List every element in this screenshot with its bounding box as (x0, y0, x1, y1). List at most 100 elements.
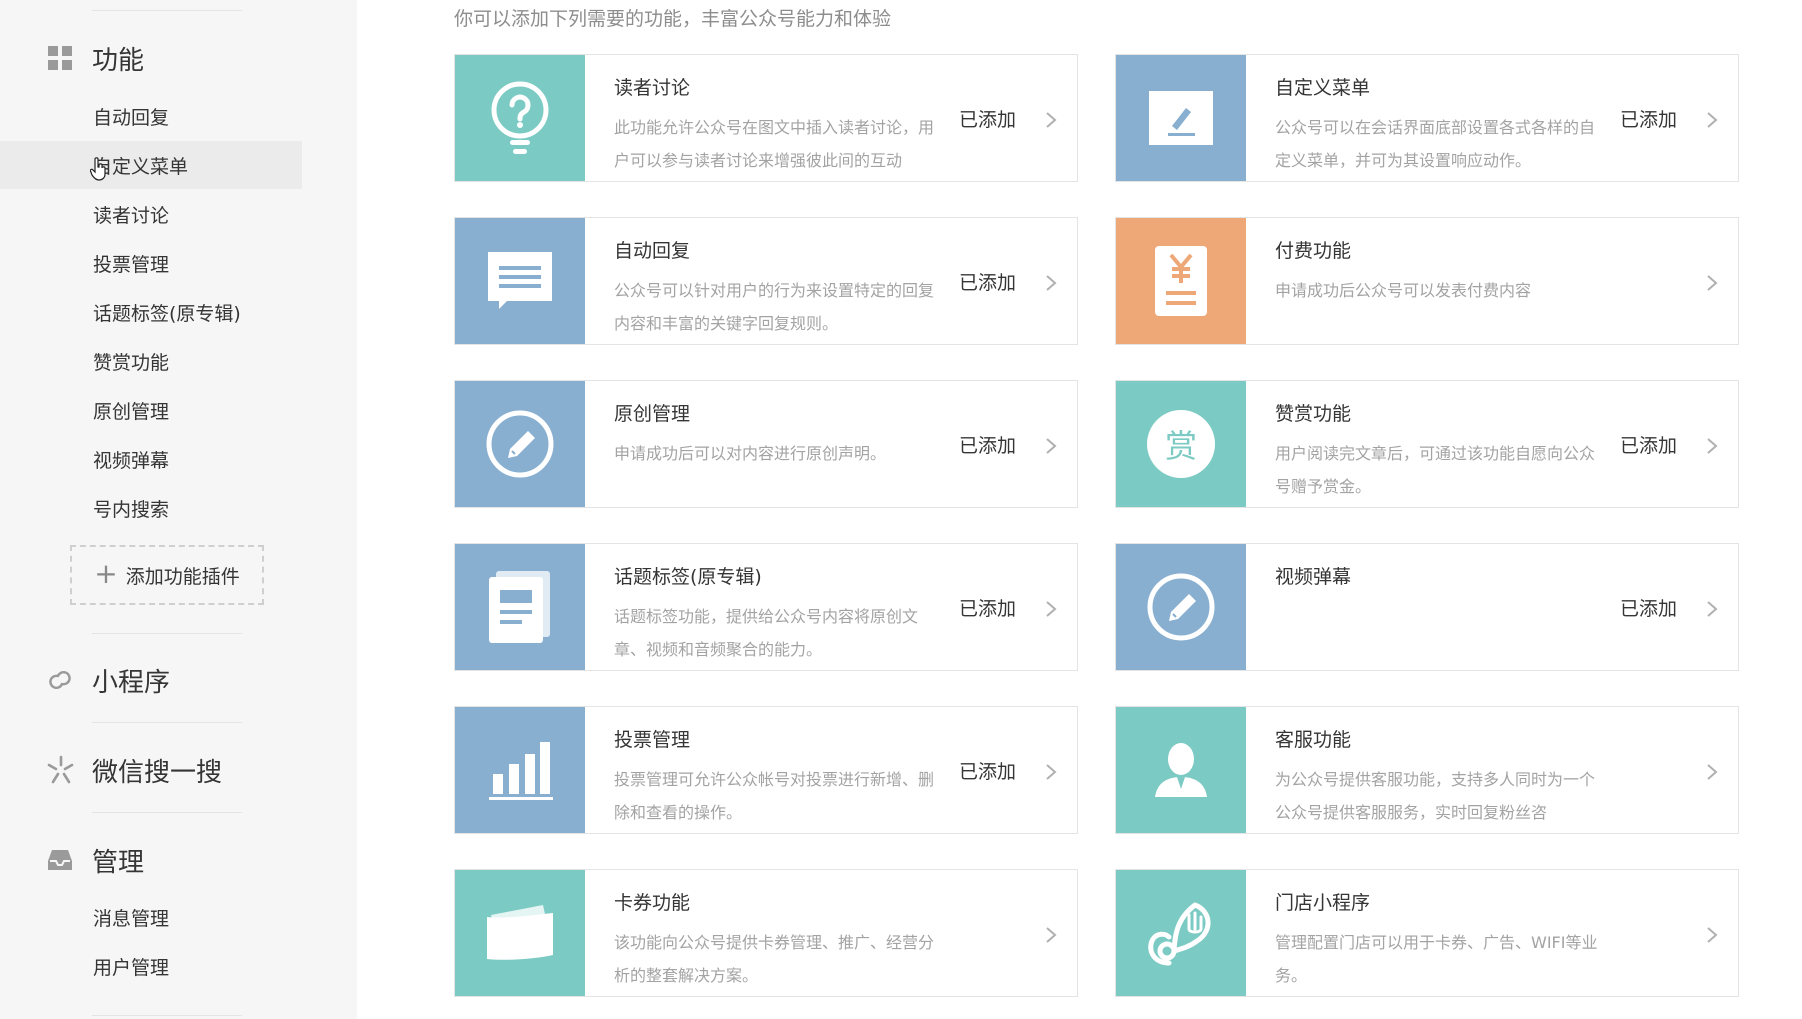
divider (92, 722, 242, 723)
status-added: 已添加 (959, 761, 1017, 783)
card-title: 赞赏功能 (1275, 403, 1352, 425)
card-desc: 公众号可以在会话界面底部设置各式各样的自定义菜单，并可为其设置响应动作。 (1275, 118, 1596, 170)
chevron-right-icon (1045, 600, 1057, 622)
card-desc: 申请成功后可以对内容进行原创声明。 (614, 444, 887, 463)
card-title: 付费功能 (1275, 240, 1352, 262)
sparkle-icon (44, 754, 76, 786)
card-desc: 投票管理可允许公众帐号对投票进行新增、删除和查看的操作。 (614, 770, 935, 822)
sidebar-item-vote[interactable]: 投票管理 (0, 239, 302, 287)
section-features-label: 功能 (92, 45, 145, 76)
person-icon (1116, 707, 1246, 833)
add-plugin-button[interactable]: + 添加功能插件 (70, 545, 264, 605)
card-desc: 申请成功后公众号可以发表付费内容 (1275, 281, 1532, 300)
chevron-right-icon (1706, 111, 1718, 133)
feature-card-vote[interactable]: 投票管理 投票管理可允许公众帐号对投票进行新增、删除和查看的操作。 已添加 (454, 706, 1078, 834)
edit-pen-icon (1116, 55, 1246, 181)
section-search-label: 微信搜一搜 (92, 757, 223, 788)
sidebar-item-auto-reply[interactable]: 自动回复 (0, 92, 302, 140)
feature-card-reward[interactable]: 赏 赞赏功能 用户阅读完文章后，可通过该功能自愿向公众号赠予赏金。 已添加 (1115, 380, 1739, 508)
sidebar-item-reader-discussion[interactable]: 读者讨论 (0, 190, 302, 238)
sidebar-item-label: 消息管理 (93, 907, 170, 930)
status-added: 已添加 (1620, 598, 1678, 620)
intro-text: 你可以添加下列需要的功能，丰富公众号能力和体验 (454, 8, 892, 30)
card-desc: 为公众号提供客服功能，支持多人同时为一个公众号提供客服服务，实时回复粉丝咨 (1275, 770, 1596, 822)
card-title: 话题标签(原专辑) (614, 566, 762, 588)
chevron-right-icon (1045, 437, 1057, 459)
sidebar-item-label: 读者讨论 (93, 204, 170, 227)
feature-card-reader-discussion[interactable]: 读者讨论 此功能允许公众号在图文中插入读者讨论，用户可以参与读者讨论来增强彼此间… (454, 54, 1078, 182)
sidebar-item-label: 投票管理 (93, 253, 170, 276)
section-management-label: 管理 (92, 847, 145, 878)
chevron-right-icon (1706, 763, 1718, 785)
card-title: 自定义菜单 (1275, 77, 1371, 99)
feature-card-video-danmaku[interactable]: 视频弹幕 已添加 (1115, 543, 1739, 671)
hand-cursor-icon (89, 157, 108, 185)
sidebar-item-custom-menu[interactable]: 自定义菜单 (0, 141, 302, 189)
chevron-right-icon (1706, 926, 1718, 948)
sidebar: 功能 自动回复 自定义菜单 读者讨论 投票管理 话题标签(原专辑) 赞赏功能 原… (0, 0, 357, 1019)
feature-card-original[interactable]: 原创管理 申请成功后可以对内容进行原创声明。 已添加 (454, 380, 1078, 508)
reward-glyph: 赏 (1147, 410, 1215, 478)
card-desc: 该功能向公众号提供卡券管理、推广、经营分析的整套解决方案。 (614, 933, 935, 985)
sidebar-item-in-account-search[interactable]: 号内搜索 (0, 484, 302, 532)
divider (92, 633, 242, 634)
status-added: 已添加 (959, 109, 1017, 131)
card-title: 自动回复 (614, 240, 691, 262)
card-desc: 此功能允许公众号在图文中插入读者讨论，用户可以参与读者讨论来增强彼此间的互动 (614, 118, 935, 170)
card-desc: 管理配置门店可以用于卡券、广告、WIFI等业务。 (1275, 933, 1598, 985)
divider (92, 10, 242, 11)
card-title: 门店小程序 (1275, 892, 1371, 914)
card-desc: 用户阅读完文章后，可通过该功能自愿向公众号赠予赏金。 (1275, 444, 1596, 496)
feature-card-customer-service[interactable]: 客服功能 为公众号提供客服功能，支持多人同时为一个公众号提供客服服务，实时回复粉… (1115, 706, 1739, 834)
inbox-icon (44, 844, 76, 876)
chevron-right-icon (1045, 274, 1057, 296)
reward-icon: 赏 (1116, 381, 1246, 507)
sidebar-item-users[interactable]: 用户管理 (0, 942, 302, 990)
divider (92, 812, 242, 813)
grid-icon (44, 42, 76, 74)
sidebar-item-messages[interactable]: 消息管理 (0, 893, 302, 941)
sidebar-item-original[interactable]: 原创管理 (0, 386, 302, 434)
card-desc: 话题标签功能，提供给公众号内容将原创文章、视频和音频聚合的能力。 (614, 607, 919, 659)
plus-icon: + (94, 556, 118, 590)
sidebar-item-topic-tags[interactable]: 话题标签(原专辑) (0, 288, 302, 336)
chevron-right-icon (1045, 926, 1057, 948)
feature-card-paid[interactable]: 付费功能 申请成功后公众号可以发表付费内容 (1115, 217, 1739, 345)
sidebar-item-video-danmaku[interactable]: 视频弹幕 (0, 435, 302, 483)
sidebar-item-label: 用户管理 (93, 956, 170, 979)
card-title: 视频弹幕 (1275, 566, 1352, 588)
question-bulb-icon (455, 55, 585, 181)
chevron-right-icon (1045, 111, 1057, 133)
add-plugin-label: 添加功能插件 (125, 565, 240, 588)
sidebar-item-label: 赞赏功能 (93, 351, 170, 374)
sidebar-item-label: 话题标签(原专辑) (93, 302, 241, 325)
status-added: 已添加 (959, 272, 1017, 294)
section-miniprogram-label: 小程序 (92, 667, 171, 698)
feature-card-store-miniprogram[interactable]: 门店小程序 管理配置门店可以用于卡券、广告、WIFI等业务。 (1115, 869, 1739, 997)
sidebar-item-label: 原创管理 (93, 400, 170, 423)
sidebar-item-reward[interactable]: 赞赏功能 (0, 337, 302, 385)
card-title: 卡券功能 (614, 892, 691, 914)
sidebar-item-label: 号内搜索 (93, 498, 170, 521)
store-icon (1116, 870, 1246, 996)
feature-card-coupon[interactable]: 卡券功能 该功能向公众号提供卡券管理、推广、经营分析的整套解决方案。 (454, 869, 1078, 997)
sidebar-item-label: 自动回复 (93, 106, 170, 129)
status-added: 已添加 (959, 598, 1017, 620)
card-desc: 公众号可以针对用户的行为来设置特定的回复内容和丰富的关键字回复规则。 (614, 281, 935, 333)
status-added: 已添加 (959, 435, 1017, 457)
chevron-right-icon (1706, 600, 1718, 622)
pencil-circle-icon (1116, 544, 1246, 670)
book-icon (455, 544, 585, 670)
feature-card-topic-tags[interactable]: 话题标签(原专辑) 话题标签功能，提供给公众号内容将原创文章、视频和音频聚合的能… (454, 543, 1078, 671)
pencil-circle-icon (455, 381, 585, 507)
card-icon (455, 870, 585, 996)
bar-chart-icon (455, 707, 585, 833)
message-icon (455, 218, 585, 344)
card-title: 客服功能 (1275, 729, 1352, 751)
card-title: 读者讨论 (614, 77, 691, 99)
feature-card-custom-menu[interactable]: 自定义菜单 公众号可以在会话界面底部设置各式各样的自定义菜单，并可为其设置响应动… (1115, 54, 1739, 182)
status-added: 已添加 (1620, 435, 1678, 457)
status-added: 已添加 (1620, 109, 1678, 131)
card-title: 投票管理 (614, 729, 691, 751)
feature-card-auto-reply[interactable]: 自动回复 公众号可以针对用户的行为来设置特定的回复内容和丰富的关键字回复规则。 … (454, 217, 1078, 345)
